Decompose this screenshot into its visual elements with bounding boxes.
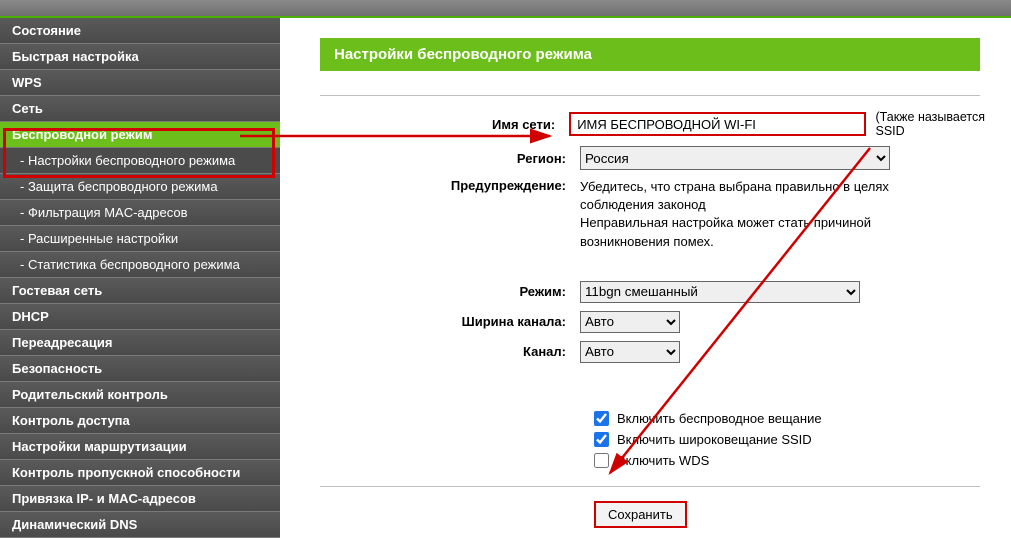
channel-select[interactable]: Авто	[580, 341, 680, 363]
ssid-hint: (Также называется SSID	[876, 110, 1011, 138]
nav-parental[interactable]: Родительский контроль	[0, 382, 280, 408]
sidebar: Состояние Быстрая настройка WPS Сеть Бес…	[0, 18, 280, 505]
nav-dhcp[interactable]: DHCP	[0, 304, 280, 330]
label-ssid-broadcast: Включить широковещание SSID	[617, 432, 812, 447]
label-warning: Предупреждение:	[320, 178, 580, 193]
nav-security[interactable]: Безопасность	[0, 356, 280, 382]
nav-ddns[interactable]: Динамический DNS	[0, 512, 280, 538]
label-ssid: Имя сети:	[320, 117, 569, 132]
label-channel-width: Ширина канала:	[320, 314, 580, 329]
label-channel: Канал:	[320, 344, 580, 359]
nav-wireless[interactable]: Беспроводной режим	[0, 122, 280, 148]
label-mode: Режим:	[320, 284, 580, 299]
content-area: Настройки беспроводного режима Имя сети:…	[280, 18, 1011, 505]
mode-select[interactable]: 11bgn смешанный	[580, 281, 860, 303]
nav-wireless-stats[interactable]: - Статистика беспроводного режима	[0, 252, 280, 278]
label-wds: Включить WDS	[617, 453, 709, 468]
nav-ip-mac-bind[interactable]: Привязка IP- и MAC-адресов	[0, 486, 280, 512]
nav-routing[interactable]: Настройки маршрутизации	[0, 434, 280, 460]
nav-status[interactable]: Состояние	[0, 18, 280, 44]
nav-quick-setup[interactable]: Быстрая настройка	[0, 44, 280, 70]
nav-guest[interactable]: Гостевая сеть	[0, 278, 280, 304]
checkbox-wireless-broadcast[interactable]	[594, 411, 609, 426]
warning-text-1: Убедитесь, что страна выбрана правильно …	[580, 178, 960, 214]
nav-wps[interactable]: WPS	[0, 70, 280, 96]
nav-network[interactable]: Сеть	[0, 96, 280, 122]
checkbox-ssid-broadcast[interactable]	[594, 432, 609, 447]
panel-title: Настройки беспроводного режима	[320, 38, 980, 71]
warning-text-2: Неправильная настройка может стать причи…	[580, 214, 960, 250]
channel-width-select[interactable]: Авто	[580, 311, 680, 333]
ssid-input[interactable]	[569, 112, 865, 136]
nav-wireless-settings[interactable]: - Настройки беспроводного режима	[0, 148, 280, 174]
nav-forwarding[interactable]: Переадресация	[0, 330, 280, 356]
nav-wireless-security[interactable]: - Защита беспроводного режима	[0, 174, 280, 200]
label-region: Регион:	[320, 151, 580, 166]
checkbox-wds[interactable]	[594, 453, 609, 468]
label-wireless-broadcast: Включить беспроводное вещание	[617, 411, 822, 426]
region-select[interactable]: Россия	[580, 146, 890, 170]
nav-mac-filter[interactable]: - Фильтрация MAC-адресов	[0, 200, 280, 226]
nav-bandwidth[interactable]: Контроль пропускной способности	[0, 460, 280, 486]
nav-advanced[interactable]: - Расширенные настройки	[0, 226, 280, 252]
nav-access-control[interactable]: Контроль доступа	[0, 408, 280, 434]
